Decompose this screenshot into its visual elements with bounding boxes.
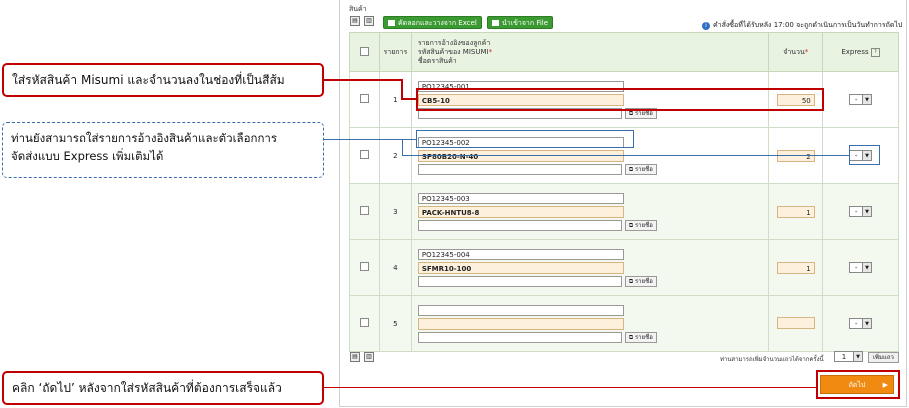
part-number-input[interactable]: PACK-HNTU8-8 — [417, 205, 624, 218]
order-table: รายการ รายการอ้างอิงของลูกค้า รหัสสินค้า… — [349, 32, 899, 352]
import-file-button[interactable]: นำเข้าจาก File — [487, 16, 554, 29]
orange-fields-highlight — [416, 88, 824, 111]
callout-optional-fields: ท่านยังสามารถใส่รายการอ้างอิงสินค้าและตั… — [2, 122, 324, 178]
brand-name-input[interactable] — [417, 163, 622, 175]
connector-line — [324, 79, 402, 81]
delete-icon[interactable]: ▥ — [364, 352, 374, 362]
express-select[interactable]: - ▼ — [849, 262, 873, 273]
table-row: 4 PO12345-004 SFMR10-100 ⧉ รายชื่อ 1 - ▼ — [349, 239, 899, 296]
customer-ref-input[interactable] — [417, 304, 624, 316]
info-icon: i — [702, 22, 710, 30]
add-rows-select[interactable]: 1 ▼ — [834, 351, 863, 362]
section-title: สินค้า — [349, 5, 367, 13]
table-row: 3 PO12345-003 PACK-HNTU8-8 ⧉ รายชื่อ 1 -… — [349, 183, 899, 240]
brand-name-input[interactable] — [417, 331, 622, 343]
copy-icon[interactable]: ▤ — [350, 16, 360, 26]
cutoff-note: i คำสั่งซื้อที่ได้รับหลัง 17:00 จะถูกดำเน… — [702, 20, 902, 31]
file-icon — [492, 20, 499, 26]
connector-line — [401, 79, 403, 99]
select-all-header — [349, 32, 380, 72]
index-header: รายการ — [378, 32, 412, 72]
chevron-down-icon: ▼ — [862, 95, 872, 104]
qty-header: จำนวน* — [768, 32, 824, 72]
ref-header: รายการอ้างอิงของลูกค้า รหัสสินค้าของ MIS… — [410, 32, 770, 72]
row-number: 5 — [378, 295, 412, 352]
express-select[interactable]: - ▼ — [849, 94, 873, 105]
callout-orange-fields: ใส่รหัสสินค้า Misumi และจำนวนลงในช่องที่… — [2, 63, 324, 97]
express-select-highlight — [849, 145, 880, 165]
connector-line — [402, 155, 849, 156]
row-checkbox[interactable] — [359, 94, 369, 103]
row-number: 3 — [378, 183, 412, 240]
help-icon[interactable]: ? — [870, 47, 880, 57]
chevron-down-icon: ▼ — [853, 352, 862, 361]
reference-field-highlight — [416, 130, 634, 148]
quantity-input[interactable] — [776, 316, 815, 329]
express-select[interactable]: - ▼ — [849, 206, 873, 217]
part-number-input[interactable] — [417, 317, 624, 330]
part-number-input[interactable]: SFMR10-100 — [417, 261, 624, 274]
select-all-checkbox[interactable] — [359, 46, 369, 56]
chevron-down-icon: ▼ — [862, 207, 872, 216]
list-button[interactable]: ⧉ รายชื่อ — [624, 331, 657, 343]
connector-line — [402, 139, 403, 155]
delete-icon[interactable]: ▥ — [364, 16, 374, 26]
list-button[interactable]: ⧉ รายชื่อ — [624, 219, 657, 231]
row-checkbox[interactable] — [359, 318, 369, 327]
chevron-down-icon: ▼ — [862, 263, 872, 272]
row-checkbox[interactable] — [359, 206, 369, 215]
table-row: 5 ⧉ รายชื่อ - ▼ — [349, 295, 899, 352]
add-rows-button[interactable]: เพิ่มแถว — [868, 352, 899, 363]
quantity-input[interactable]: 1 — [776, 261, 815, 274]
row-number: 4 — [378, 239, 412, 296]
brand-name-input[interactable] — [417, 219, 622, 231]
play-arrow-icon: ▶ — [882, 381, 888, 389]
row-checkbox[interactable] — [359, 262, 369, 271]
express-select[interactable]: - ▼ — [849, 318, 873, 329]
row-checkbox[interactable] — [359, 150, 369, 159]
express-header: Express ? — [822, 32, 899, 72]
callout-next-button: คลิก ‘ถัดไป’ หลังจากใส่รหัสสินค้าที่ต้อง… — [2, 371, 324, 405]
paste-from-excel-button[interactable]: คัดลอกและวางจาก Excel — [383, 16, 482, 29]
list-button[interactable]: ⧉ รายชื่อ — [624, 163, 657, 175]
customer-ref-input[interactable]: PO12345-003 — [417, 192, 624, 204]
list-button[interactable]: ⧉ รายชื่อ — [624, 275, 657, 287]
customer-ref-input[interactable]: PO12345-004 — [417, 248, 624, 260]
chevron-down-icon: ▼ — [862, 319, 872, 328]
brand-name-input[interactable] — [417, 275, 622, 287]
connector-line — [324, 387, 816, 388]
connector-line — [401, 98, 417, 100]
copy-icon[interactable]: ▤ — [350, 352, 360, 362]
next-button[interactable]: ถัดไป ▶ — [820, 375, 894, 394]
add-rows-note: ท่านสามารถเพิ่มจำนวนแถวได้จากครั้งนี้ — [720, 356, 824, 363]
excel-icon — [388, 20, 395, 26]
quantity-input[interactable]: 1 — [776, 205, 815, 218]
connector-line — [324, 139, 417, 140]
